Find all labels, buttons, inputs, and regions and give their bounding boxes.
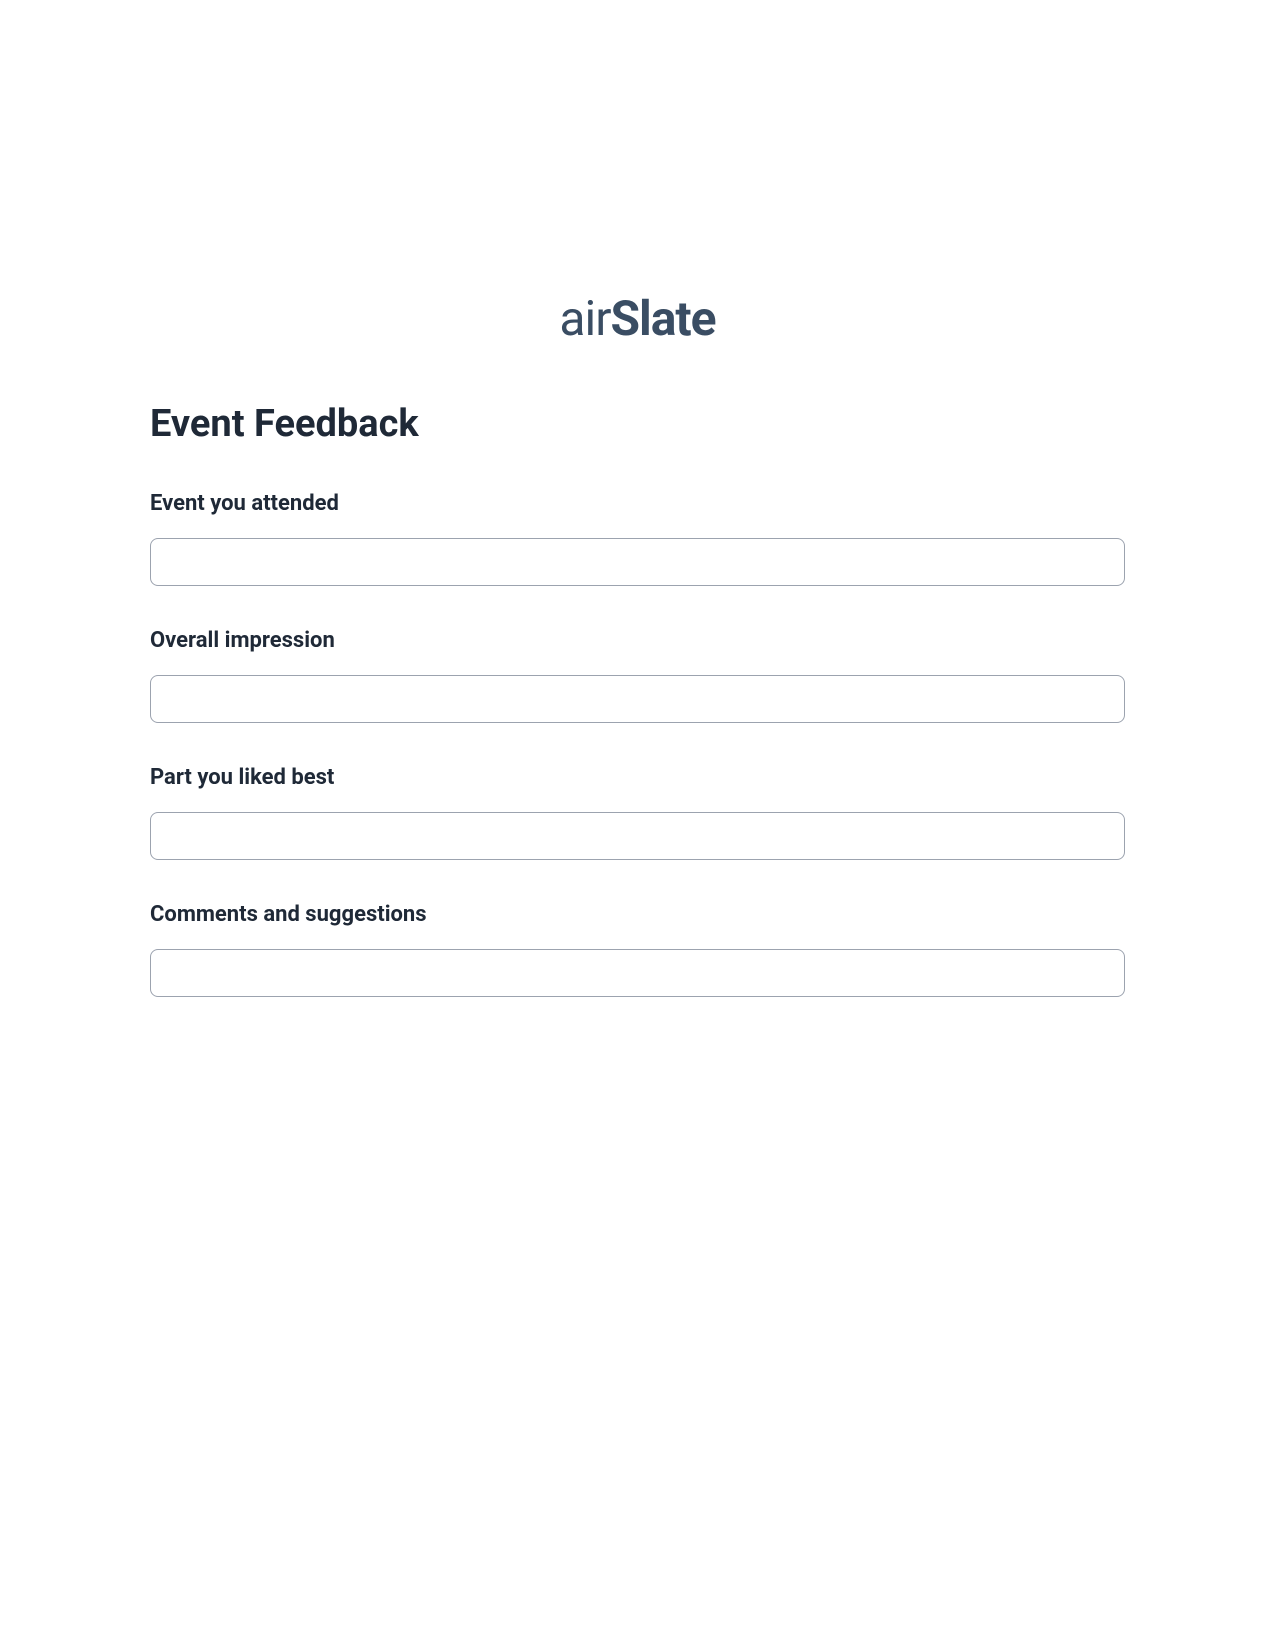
form-group-comments: Comments and suggestions xyxy=(150,902,1125,997)
logo-text-slate: Slate xyxy=(610,290,715,347)
logo-text-air: air xyxy=(559,290,610,347)
label-liked-best: Part you liked best xyxy=(150,765,1125,790)
logo-container: airSlate xyxy=(150,290,1125,347)
form-title: Event Feedback xyxy=(150,402,1125,446)
form-group-overall-impression: Overall impression xyxy=(150,628,1125,723)
input-overall-impression[interactable] xyxy=(150,675,1125,723)
input-comments[interactable] xyxy=(150,949,1125,997)
form-group-event-attended: Event you attended xyxy=(150,491,1125,586)
input-liked-best[interactable] xyxy=(150,812,1125,860)
input-event-attended[interactable] xyxy=(150,538,1125,586)
label-event-attended: Event you attended xyxy=(150,491,1125,516)
label-overall-impression: Overall impression xyxy=(150,628,1125,653)
airslate-logo: airSlate xyxy=(559,290,715,347)
form-group-liked-best: Part you liked best xyxy=(150,765,1125,860)
label-comments: Comments and suggestions xyxy=(150,902,1125,927)
page-container: airSlate Event Feedback Event you attend… xyxy=(0,0,1275,997)
